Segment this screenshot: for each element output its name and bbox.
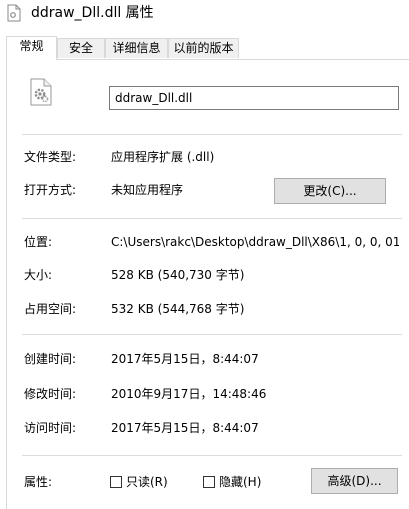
accessed-label: 访问时间:	[24, 421, 77, 435]
attributes-label: 属性:	[24, 475, 53, 489]
size-on-disk-label: 占用空间:	[24, 302, 77, 316]
tab-details[interactable]: 详细信息	[105, 38, 168, 58]
divider	[22, 334, 402, 335]
window-title: ddraw_Dll.dll 属性	[31, 5, 154, 21]
readonly-checkbox[interactable]: 只读(R)	[110, 474, 168, 490]
file-type-label: 文件类型:	[24, 150, 77, 164]
hidden-checkbox-box[interactable]	[203, 476, 215, 488]
size-on-disk-value: 532 KB (544,768 字节)	[111, 302, 245, 316]
hidden-checkbox[interactable]: 隐藏(H)	[203, 474, 261, 490]
readonly-checkbox-box[interactable]	[110, 476, 122, 488]
accessed-value: 2017年5月15日，8:44:07	[111, 421, 259, 435]
tab-previous-versions[interactable]: 以前的版本	[168, 38, 239, 58]
readonly-checkbox-label[interactable]: 只读(R)	[126, 474, 168, 490]
created-label: 创建时间:	[24, 352, 77, 366]
opens-with-value: 未知应用程序	[111, 183, 184, 197]
hidden-checkbox-label[interactable]: 隐藏(H)	[219, 474, 261, 490]
general-tab-panel	[6, 59, 409, 509]
divider	[22, 134, 402, 135]
modified-label: 修改时间:	[24, 387, 77, 401]
size-label: 大小:	[24, 268, 53, 282]
title-bar: ddraw_Dll.dll 属性	[0, 0, 409, 28]
size-value: 528 KB (540,730 字节)	[111, 268, 245, 282]
modified-value: 2010年9月17日，14:48:46	[111, 387, 267, 401]
location-label: 位置:	[24, 235, 53, 249]
opens-with-label: 打开方式:	[24, 183, 77, 197]
tab-general[interactable]: 常规	[6, 36, 57, 60]
file-name-input[interactable]: ddraw_Dll.dll	[109, 86, 399, 110]
dll-file-icon	[7, 4, 21, 22]
tab-security[interactable]: 安全	[57, 38, 105, 58]
tab-strip: 常规 安全 详细信息 以前的版本	[6, 36, 406, 60]
divider	[22, 218, 402, 219]
location-value: C:\Users\rakc\Desktop\ddraw_Dll\X86\1, 0…	[111, 235, 399, 249]
created-value: 2017年5月15日，8:44:07	[111, 352, 259, 366]
advanced-button[interactable]: 高级(D)...	[311, 468, 398, 494]
divider	[22, 455, 402, 456]
dll-file-gear-icon	[30, 78, 52, 106]
file-type-value: 应用程序扩展 (.dll)	[111, 150, 215, 164]
change-button[interactable]: 更改(C)...	[274, 178, 386, 204]
